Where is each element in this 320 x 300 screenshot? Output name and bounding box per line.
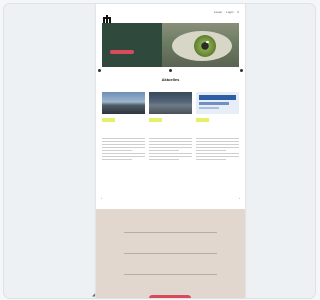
events-button[interactable] <box>149 295 191 298</box>
hero-current-dot[interactable] <box>169 69 172 72</box>
event-divider-1 <box>124 232 217 233</box>
events-section <box>96 209 245 298</box>
logo-icon[interactable] <box>103 10 112 23</box>
event-item-3[interactable] <box>124 271 217 275</box>
news-card-image-2 <box>149 92 192 114</box>
top-bar: Lesen Login ≡ <box>96 4 245 23</box>
chevron-right-icon[interactable]: › <box>239 197 240 200</box>
nav-link-1[interactable]: Lesen <box>214 10 222 14</box>
event-item-2[interactable] <box>124 250 217 254</box>
news-card-body-1 <box>102 138 145 162</box>
hero-banner <box>102 23 239 67</box>
chevron-left-icon[interactable]: ‹ <box>101 197 102 200</box>
hero-next-dot[interactable] <box>240 69 243 72</box>
eye-highlight <box>206 41 209 43</box>
news-pager: ‹ › <box>96 197 245 202</box>
menu-icon[interactable]: ≡ <box>237 10 239 14</box>
news-card-body-3 <box>196 138 239 162</box>
news-card-body-2 <box>149 138 192 162</box>
news-card-image-3 <box>196 92 239 114</box>
news-section-title: Aktuelles <box>161 77 180 82</box>
news-card-tag-3 <box>196 118 209 122</box>
scroll-indicator-icon: ◢ <box>92 292 96 297</box>
event-divider-3 <box>124 274 217 275</box>
event-divider-2 <box>124 253 217 254</box>
news-card-3[interactable] <box>196 92 239 202</box>
nav-link-2[interactable]: Login <box>226 10 233 14</box>
news-card-1[interactable] <box>102 92 145 202</box>
event-item-1[interactable] <box>124 229 217 233</box>
hero-eye-image <box>162 23 239 67</box>
news-cards <box>102 92 239 202</box>
news-card-tag-1 <box>102 118 115 122</box>
hero-prev-dot[interactable] <box>98 69 101 72</box>
eye-iris <box>194 35 216 57</box>
news-card-image-1 <box>102 92 145 114</box>
screenshot-frame: Lesen Login ≡ Aktuelles ‹ › <box>3 3 316 299</box>
hero-pagination <box>96 69 245 73</box>
hero-button[interactable] <box>110 50 134 54</box>
news-card-tag-2 <box>149 118 162 122</box>
page: Lesen Login ≡ Aktuelles ‹ › <box>96 4 245 298</box>
top-links: Lesen Login ≡ <box>211 10 239 14</box>
news-card-2[interactable] <box>149 92 192 202</box>
